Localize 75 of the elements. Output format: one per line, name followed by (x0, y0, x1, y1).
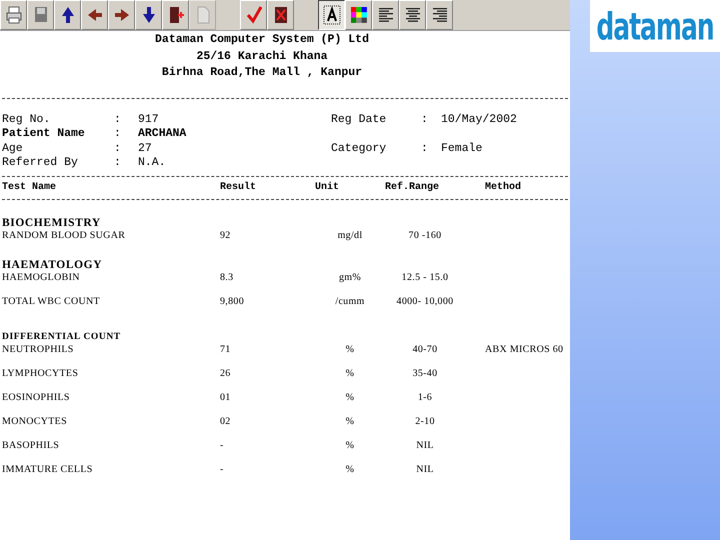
color-palette-icon (350, 5, 368, 25)
reference-range: 1-6 (416, 392, 434, 404)
test-name: BASOPHILS (2, 440, 60, 452)
toolbar-button[interactable] (318, 0, 345, 30)
reference-range: NIL (415, 440, 435, 452)
company-header: Dataman Computer System (P) Ltd (154, 33, 370, 48)
reference-range: 40-70 (412, 344, 438, 356)
test-unit: mg/dl (336, 230, 364, 242)
test-name: LYMPHOCYTES (2, 368, 80, 380)
reference-range: 12.5 - 15.0 (400, 272, 450, 284)
column-header: Unit (315, 182, 340, 194)
test-name: TOTAL WBC COUNT (2, 296, 101, 308)
align-center-icon (404, 5, 422, 25)
reference-range: 35-40 (412, 368, 438, 380)
test-result: 26 (220, 368, 232, 380)
field-label: Category (331, 142, 388, 156)
align-left-icon (376, 5, 394, 25)
section-title: HAEMATOLOGY (2, 258, 104, 272)
printer-icon (4, 5, 22, 25)
test-result: 71 (220, 344, 232, 356)
align-right-icon (430, 5, 448, 25)
field-label: Reg No. (2, 112, 52, 127)
test-unit: % (344, 464, 356, 476)
test-unit: % (344, 440, 356, 452)
company-header: Birhna Road,The Mall , Kanpur (160, 66, 364, 80)
column-header: Test Name (2, 182, 58, 194)
reference-range: 2-10 (414, 416, 436, 428)
test-unit: % (344, 416, 356, 428)
test-name: RANDOM BLOOD SUGAR (2, 230, 126, 242)
test-result: - (220, 464, 225, 476)
field-label: Age (2, 142, 24, 156)
column-header: Method (485, 182, 522, 194)
separator: : (114, 127, 122, 142)
test-name: NEUTROPHILS (2, 344, 75, 356)
test-unit: % (344, 392, 356, 404)
field-value: ARCHANA (138, 127, 188, 142)
section-title: DIFFERENTIAL COUNT (2, 330, 122, 344)
test-unit: % (344, 368, 356, 380)
field-value: 917 (138, 112, 160, 127)
logo: dataman (596, 4, 714, 48)
reference-range: NIL (415, 464, 435, 476)
test-unit: /cumm (334, 296, 366, 308)
test-result: 8.3 (220, 272, 234, 284)
column-header: Ref.Range (385, 182, 440, 194)
test-name: IMMATURE CELLS (2, 464, 94, 476)
section-title: BIOCHEMISTRY (2, 216, 102, 230)
test-result: - (220, 440, 225, 452)
separator: : (114, 156, 122, 170)
field-value: N.A. (138, 156, 167, 170)
test-result: 01 (220, 392, 232, 404)
separator: : (114, 112, 122, 127)
checkmark-icon (244, 5, 262, 25)
separator: : (421, 112, 429, 127)
field-label: Patient Name (2, 127, 86, 142)
reference-range: 70 -160 (408, 230, 442, 242)
test-method: ABX MICROS 60 (485, 344, 564, 356)
field-label: Reg Date (331, 112, 388, 127)
test-result: 02 (220, 416, 232, 428)
test-name: HAEMOGLOBIN (2, 272, 81, 284)
separator: : (114, 142, 122, 156)
field-value: 27 (138, 142, 153, 156)
font-letter-icon (322, 5, 340, 25)
company-header: 25/16 Karachi Khana (195, 50, 329, 64)
separator: : (421, 142, 429, 156)
test-unit: gm% (338, 272, 362, 284)
test-name: MONOCYTES (2, 416, 68, 428)
test-unit: % (344, 344, 356, 356)
test-result: 9,800 (220, 296, 245, 308)
reference-range: 4000- 10,000 (396, 296, 454, 308)
field-value: Female (441, 142, 484, 156)
field-label: Referred By (2, 156, 79, 170)
test-name: EOSINOPHILS (2, 392, 71, 404)
field-value: 10/May/2002 (441, 112, 518, 127)
column-header: Result (220, 182, 258, 194)
test-result: 92 (220, 230, 232, 242)
